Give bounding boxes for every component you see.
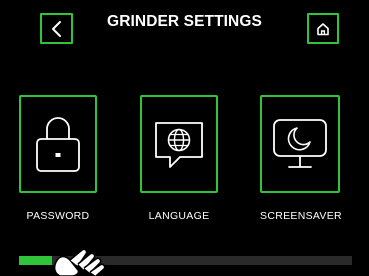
globe-chat-icon: [155, 122, 203, 168]
swipe-hand-icon: [53, 248, 106, 276]
home-icon: [317, 22, 329, 35]
screensaver-label: SCREENSAVER: [260, 210, 342, 222]
password-tile[interactable]: [19, 95, 97, 193]
password-label: PASSWORD: [26, 210, 90, 222]
screensaver-tile[interactable]: [260, 95, 340, 193]
home-button[interactable]: [307, 13, 339, 44]
language-tile[interactable]: [140, 95, 218, 193]
moon-monitor-icon: [273, 119, 327, 168]
language-label: LANGUAGE: [148, 210, 210, 222]
lock-icon: [36, 117, 80, 172]
